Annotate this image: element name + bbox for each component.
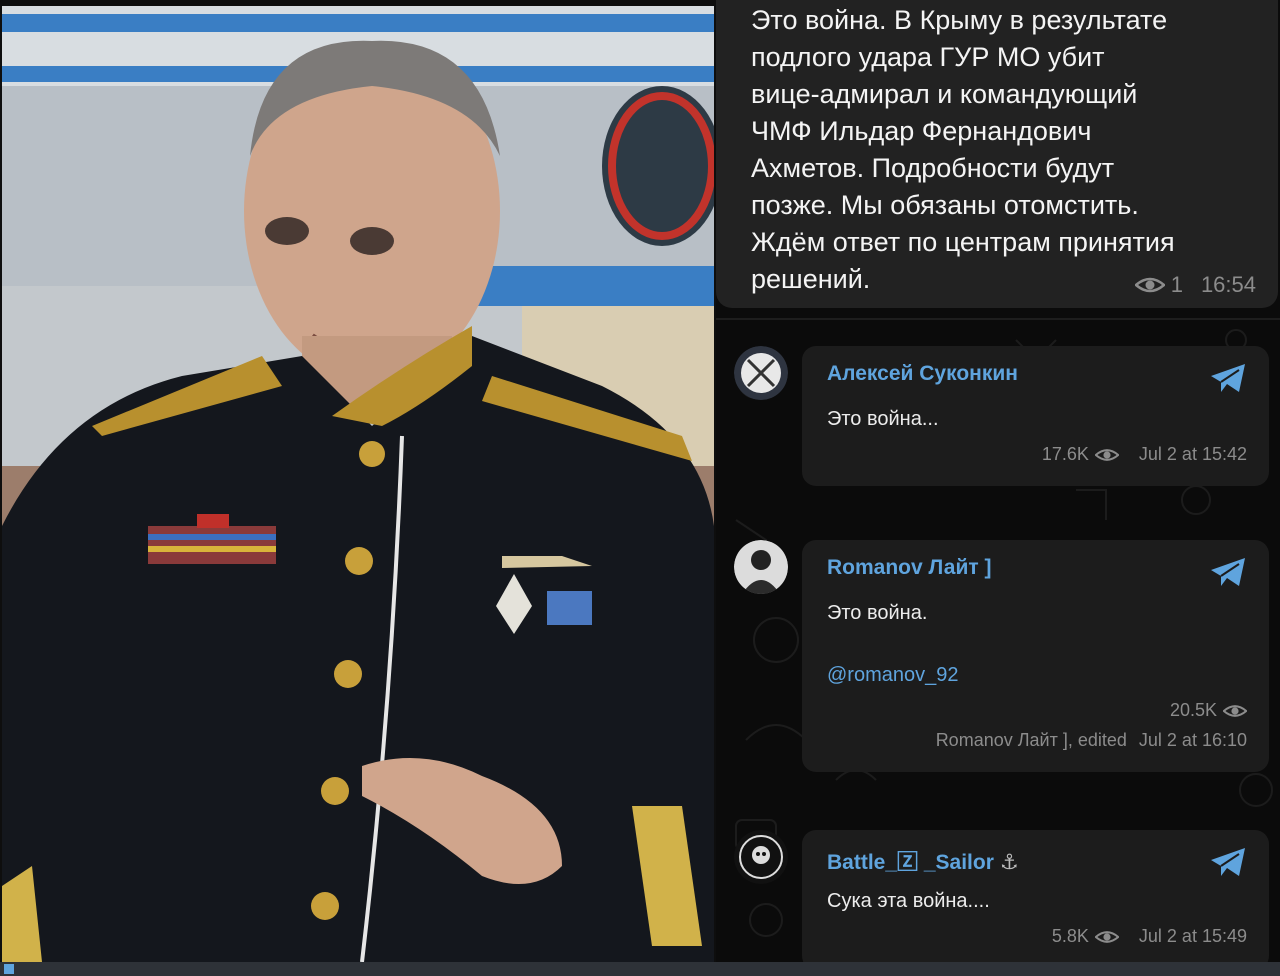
person-avatar-icon: [734, 540, 788, 594]
telegram-share-icon[interactable]: [1209, 846, 1247, 878]
post-signature: Romanov Лайт ], edited: [935, 730, 1127, 750]
top-message-text: Это война. В Крыму в результате подлого …: [751, 5, 1175, 294]
crossed-sabres-avatar-icon: [734, 346, 788, 400]
bottom-corner-mark: [4, 964, 14, 974]
top-message-views: 1: [1170, 272, 1183, 297]
skull-emblem-avatar-icon: [734, 830, 788, 884]
post-card[interactable]: Алексей Суконкин Это война... 17.6K Jul …: [802, 346, 1269, 486]
avatar[interactable]: [734, 830, 788, 884]
post-author-row[interactable]: Battle_🅉 _Sailor ⚓: [827, 846, 1019, 876]
post-views: 20.5K: [1169, 700, 1217, 720]
post-card[interactable]: Battle_🅉 _Sailor ⚓ Сука эта война.... 5.8…: [802, 830, 1269, 962]
telegram-chat-panel: Это война. В Крыму в результате подлого …: [716, 0, 1280, 962]
telegram-share-icon[interactable]: [1209, 556, 1247, 588]
avatar[interactable]: [734, 540, 788, 594]
officer-photo: [2, 6, 714, 962]
eye-icon: [1223, 704, 1247, 717]
avatar[interactable]: [734, 346, 788, 400]
eye-icon: [1094, 448, 1119, 461]
post-meta: Romanov Лайт ], edited Jul 2 at 16:10: [936, 730, 1247, 751]
eye-icon: [1134, 277, 1165, 293]
post-views: 5.8K: [1051, 926, 1089, 946]
post-meta: 5.8K Jul 2 at 15:49: [1052, 926, 1247, 947]
post-date: Jul 2 at 15:49: [1138, 926, 1247, 946]
post-card[interactable]: Romanov Лайт ] Это война. @romanov_92 20…: [802, 540, 1269, 772]
post-author[interactable]: Алексей Суконкин: [827, 362, 1018, 386]
telegram-share-icon[interactable]: [1209, 362, 1247, 394]
top-message-meta: 1 16:54: [1134, 272, 1256, 298]
bottom-strip: [0, 962, 1280, 976]
post-text: Сука эта война....: [827, 890, 990, 912]
officer-photo-illustration: [2, 6, 714, 962]
post-mention-link[interactable]: @romanov_92: [827, 664, 958, 687]
post-date: Jul 2 at 16:10: [1138, 730, 1247, 750]
post-text: Это война...: [827, 408, 939, 430]
post-views-row: 20.5K: [1170, 700, 1247, 721]
post-meta: 17.6K Jul 2 at 15:42: [1042, 444, 1247, 465]
top-message-bubble: Это война. В Крыму в результате подлого …: [716, 0, 1278, 308]
post-author: Battle_🅉 _Sailor: [827, 851, 994, 874]
anchor-icon: ⚓: [999, 851, 1019, 874]
message-divider: [716, 318, 1280, 320]
post-text: Это война.: [827, 602, 928, 624]
post-views: 17.6K: [1041, 444, 1089, 464]
post-date: Jul 2 at 15:42: [1138, 444, 1247, 464]
post-author[interactable]: Romanov Лайт ]: [827, 556, 991, 580]
top-message-time: 16:54: [1200, 272, 1256, 297]
eye-icon: [1094, 930, 1119, 943]
